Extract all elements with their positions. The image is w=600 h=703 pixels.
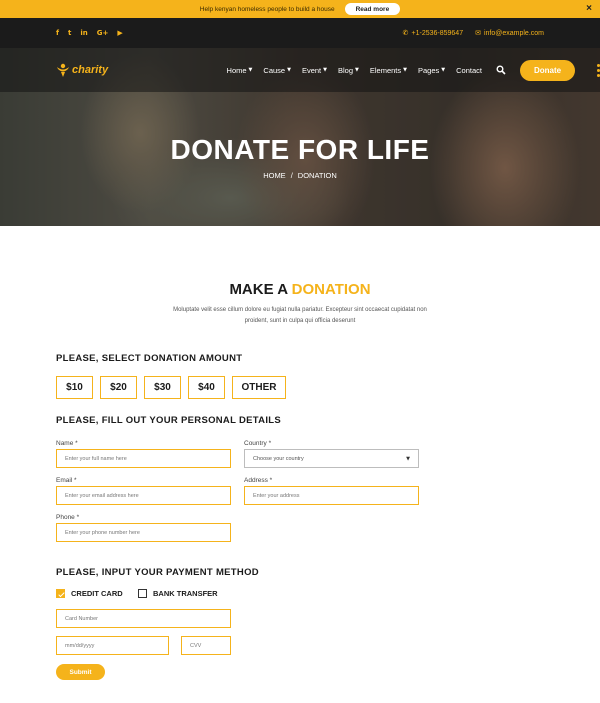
breadcrumb: HOME / DONATION — [0, 171, 600, 180]
email-address: info@example.com — [483, 29, 544, 37]
amount-option-40[interactable]: $40 — [188, 376, 225, 399]
breadcrumb-home[interactable]: HOME — [263, 171, 286, 180]
nav-item-pages[interactable]: Pages ▼ — [418, 66, 445, 75]
credit-card-option[interactable]: CREDIT CARD — [56, 589, 123, 598]
page-title: DONATE FOR LIFE — [170, 134, 430, 165]
contact-info: ✆ +1-2536-859647 ✉ info@example.com — [403, 29, 544, 37]
chevron-down-icon: ▼ — [248, 67, 253, 73]
name-label: Name * — [56, 440, 78, 447]
nav-item-blog[interactable]: Blog ▼ — [338, 66, 359, 75]
country-select-value: Choose your country — [253, 455, 304, 462]
nav-item-label: Event — [301, 65, 322, 75]
amount-options: $10 $20 $30 $40 OTHER — [56, 376, 286, 399]
chevron-down-icon: ▼ — [323, 67, 327, 73]
phone-icon: ✆ — [402, 29, 409, 37]
google-plus-icon[interactable]: G+ — [97, 29, 109, 37]
bank-transfer-option[interactable]: BANK TRANSFER — [138, 589, 218, 598]
email-link[interactable]: ✉ info@example.com — [475, 29, 544, 37]
phone-link[interactable]: ✆ +1-2536-859647 — [403, 29, 463, 37]
country-select[interactable]: Choose your country ▼ — [244, 449, 419, 468]
bank-transfer-label: BANK TRANSFER — [153, 589, 218, 598]
chevron-down-icon: ▼ — [355, 67, 359, 73]
credit-card-label: CREDIT CARD — [71, 589, 123, 598]
nav-item-label: Pages — [418, 65, 440, 75]
amount-option-20[interactable]: $20 — [100, 376, 137, 399]
name-field[interactable]: Enter your full name here — [56, 449, 231, 468]
caret-down-icon: ▼ — [406, 455, 410, 462]
section-title-main: MAKE A — [229, 281, 288, 298]
read-more-button[interactable]: Read more — [344, 3, 401, 15]
address-label: Address * — [244, 477, 273, 484]
bank-transfer-checkbox[interactable] — [138, 589, 147, 598]
nav-item-home[interactable]: Home ▼ — [227, 66, 253, 75]
section-title-accent: DONATION — [291, 281, 371, 298]
section-title: MAKE A DONATION — [0, 281, 600, 298]
logo[interactable]: charity — [56, 63, 108, 77]
nav-item-cause[interactable]: Cause ▼ — [263, 66, 291, 75]
email-label: Email * — [56, 477, 77, 484]
breadcrumb-separator: / — [290, 171, 293, 180]
close-icon[interactable]: × — [586, 3, 592, 15]
logo-text: charity — [72, 64, 109, 76]
logo-figure-icon — [57, 63, 69, 77]
card-number-field[interactable]: Card Number — [56, 609, 231, 628]
hero-banner: charity Home ▼ Cause ▼ Event ▼ Blog ▼ Elemen… — [0, 48, 600, 226]
linkedin-icon[interactable]: in — [80, 29, 87, 37]
personal-heading: PLEASE, FILL OUT YOUR PERSONAL DETAILS — [56, 415, 281, 426]
submit-button[interactable]: Submit — [56, 664, 105, 680]
envelope-icon: ✉ — [475, 29, 481, 37]
donate-button[interactable]: Donate — [520, 59, 575, 81]
nav-item-label: Home — [226, 65, 247, 75]
nav-item-contact[interactable]: Contact — [456, 66, 482, 75]
nav-menu: Home ▼ Cause ▼ Event ▼ Blog ▼ Elements ▼ Page… — [227, 66, 482, 75]
chevron-down-icon: ▼ — [403, 67, 407, 73]
social-links: f t in G+ ▶ — [56, 29, 123, 37]
amount-option-10[interactable]: $10 — [56, 376, 93, 399]
country-label: Country * — [244, 440, 272, 447]
nav-item-elements[interactable]: Elements ▼ — [370, 66, 407, 75]
nav-item-label: Elements — [369, 65, 402, 75]
nav-item-event[interactable]: Event ▼ — [302, 66, 327, 75]
twitter-icon[interactable]: t — [68, 29, 71, 37]
top-info-bar: f t in G+ ▶ ✆ +1-2536-859647 ✉ info@exam… — [0, 18, 600, 48]
nav-item-label: Cause — [263, 65, 286, 75]
nav-item-label: Contact — [456, 65, 482, 75]
phone-number: +1-2536-859647 — [411, 29, 464, 37]
notice-bar: Help kenyan homeless people to build a h… — [0, 0, 600, 18]
address-field[interactable]: Enter your address — [244, 486, 419, 505]
email-field[interactable]: Enter your email address here — [56, 486, 231, 505]
amount-heading: PLEASE, SELECT DONATION AMOUNT — [56, 353, 243, 364]
nav-item-label: Blog — [338, 65, 354, 75]
chevron-down-icon: ▼ — [287, 67, 291, 73]
payment-heading: PLEASE, INPUT YOUR PAYMENT METHOD — [56, 567, 259, 578]
phone-field[interactable]: Enter your phone number here — [56, 523, 231, 542]
amount-option-other[interactable]: OTHER — [232, 376, 286, 399]
cvv-field[interactable]: CVV — [181, 636, 231, 655]
chevron-down-icon: ▼ — [441, 67, 446, 73]
notice-text: Help kenyan homeless people to build a h… — [199, 5, 335, 13]
search-icon[interactable] — [496, 65, 506, 75]
credit-card-checkbox[interactable] — [56, 589, 65, 598]
facebook-icon[interactable]: f — [56, 29, 59, 37]
main-navbar: charity Home ▼ Cause ▼ Event ▼ Blog ▼ Elemen… — [0, 48, 600, 92]
section-description: Moluptate velit esse cillum dolore eu fu… — [173, 307, 427, 324]
breadcrumb-current: DONATION — [297, 171, 337, 180]
expiry-date-field[interactable]: mm/dd/yyyy — [56, 636, 169, 655]
amount-option-30[interactable]: $30 — [144, 376, 181, 399]
youtube-icon[interactable]: ▶ — [117, 29, 122, 37]
phone-label: Phone * — [56, 514, 80, 521]
